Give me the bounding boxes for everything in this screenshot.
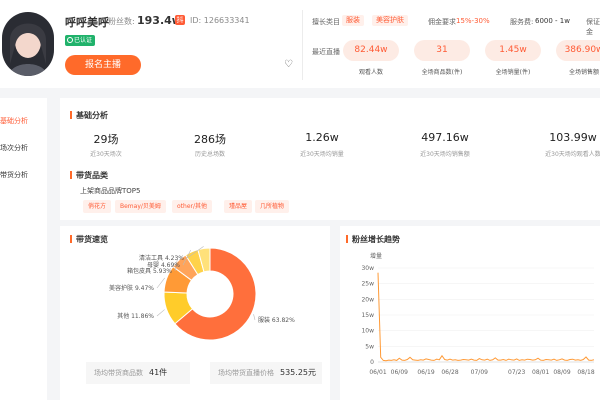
y-tick-label: 30w [361, 265, 374, 272]
brand-tag[interactable]: 瑾品屋 [224, 200, 253, 213]
viewers-pill: 82.44w [343, 40, 399, 61]
basic-analysis-title: 基础分析 [70, 110, 108, 121]
pie-label: 母婴 4.69% [147, 262, 180, 269]
x-tick-label: 06/28 [441, 369, 458, 376]
anchor-header: 呼呼美呼 粉丝数: 193.4w 抖 ID: 126633341 已认证 报名主… [0, 0, 600, 88]
stat-label: 近30天场次 [90, 151, 122, 158]
y-tick-label: 0 [370, 359, 374, 366]
x-tick-label: 07/09 [471, 369, 488, 376]
overview-title: 带货速览 [70, 234, 108, 245]
y-tick-label: 20w [361, 296, 374, 303]
fans-label: 粉丝数: [108, 17, 135, 26]
sidebar-item-basic[interactable]: 基础分析 [0, 116, 28, 126]
guarantee-label: 保证金 [586, 18, 600, 36]
brand-tag[interactable]: other/其他 [172, 200, 213, 213]
register-anchor-button[interactable]: 报名主播 [65, 55, 141, 75]
pie-label: 服装 63.82% [258, 316, 295, 324]
viewers-label: 观看人数 [358, 69, 383, 76]
items-label: 全场商品数(件) [421, 69, 463, 76]
y-tick-label: 10w [361, 328, 374, 335]
anchor-name: 呼呼美呼 [65, 16, 109, 29]
category-tag: 服装 [342, 15, 364, 26]
commission-label: 佣金要求 [428, 18, 456, 26]
brand-tag[interactable]: 俏花方 [83, 200, 112, 213]
stat-value: 103.99w [549, 131, 597, 144]
category-pie-chart: 服装 63.82%其他 11.86%美容护肤 9.47%箱包皮具 5.93%母婴… [109, 246, 295, 341]
brand-top5-label: 上架商品品牌TOP5 [80, 187, 141, 195]
x-tick-label: 06/19 [417, 369, 434, 376]
fans-line-chart: 增量 0 5w 10w 15w 20w 25w 30w 06/01 06/09 06/19 06/28… [361, 252, 595, 376]
brand-tag[interactable]: Bemay/贝美姆 [115, 200, 166, 213]
stat-value: 1.26w [305, 131, 339, 144]
stat-label: 近30天场均观看人数 [545, 151, 600, 158]
check-icon [67, 37, 73, 43]
fans-series-line[interactable] [377, 272, 595, 362]
pie-label: 其他 11.86% [117, 312, 154, 320]
avg-price-box: 场均带货直播价格 535.25元 [210, 362, 322, 384]
service-fee-label: 服务费: [510, 18, 534, 26]
sales-label: 全场销量(件) [495, 69, 531, 76]
service-fee-value: 6000 - 1w [535, 17, 570, 25]
avg-items-box: 场均带货商品数 41件 [86, 362, 190, 384]
stat-label: 近30天场均销售额 [420, 151, 470, 158]
pie-label: 美容护肤 9.47% [109, 284, 154, 292]
divider [302, 10, 303, 80]
verified-badge: 已认证 [65, 35, 96, 46]
fans-trend-title: 粉丝增长趋势 [346, 234, 400, 245]
pie-label: 清洁工具 4.23% [139, 254, 184, 262]
y-axis-title: 增量 [370, 252, 382, 260]
sidebar: 基础分析 场次分析 带货分析 [0, 98, 47, 400]
recent-live-label: 最近直播 [312, 48, 340, 56]
pie-leader-line [156, 309, 165, 317]
sales-pill: 1.45w [485, 40, 541, 61]
y-tick-label: 15w [361, 312, 374, 319]
y-tick-label: 5w [365, 343, 374, 350]
gmv-label: 全场销售额 [568, 69, 599, 76]
sidebar-item-sales[interactable]: 带货分析 [0, 170, 28, 180]
brand-tag[interactable]: 几所植物 [255, 200, 290, 213]
growth-category-label: 擅长类目 [312, 18, 340, 26]
stat-value: 286场 [194, 133, 226, 146]
pie-leader-line [253, 314, 256, 321]
stat-value: 497.16w [421, 131, 469, 144]
stat-value: 29场 [93, 133, 119, 146]
y-tick-label: 25w [361, 281, 374, 288]
category-tag: 美容护肤 [372, 15, 408, 26]
x-tick-label: 08/01 [532, 369, 549, 376]
page: 呼呼美呼 粉丝数: 193.4w 抖 ID: 126633341 已认证 报名主… [0, 0, 600, 400]
avatar[interactable] [2, 12, 54, 76]
stat-label: 历史总场数 [194, 151, 225, 158]
commission-value: 15%-30% [456, 17, 490, 25]
x-tick-label: 06/09 [391, 369, 408, 376]
x-tick-label: 08/09 [553, 369, 570, 376]
sidebar-item-sessions[interactable]: 场次分析 [0, 143, 28, 153]
heart-icon[interactable]: ♡ [284, 60, 294, 70]
category-title: 带货品类 [70, 170, 108, 181]
gmv-pill: 386.90w [556, 40, 600, 61]
x-tick-label: 08/18 [577, 369, 594, 376]
id-icon: 抖 [175, 15, 185, 25]
pie-leader-line [156, 277, 165, 289]
items-pill: 31 [414, 40, 470, 61]
anchor-id: ID: 126633341 [190, 16, 250, 25]
x-tick-label: 07/23 [508, 369, 525, 376]
x-tick-label: 06/01 [369, 369, 386, 376]
stat-label: 近30天场均销量 [300, 151, 344, 158]
